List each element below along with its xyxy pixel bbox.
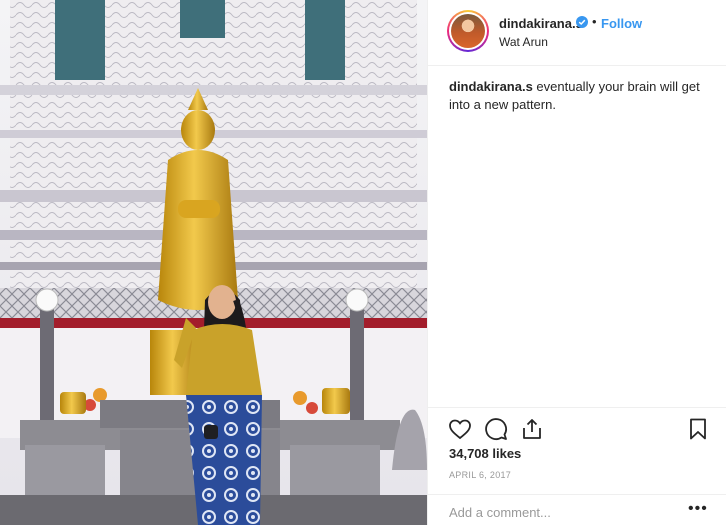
heart-icon: [449, 419, 471, 440]
share-button[interactable]: [520, 417, 544, 441]
share-icon: [523, 419, 541, 439]
caption-username[interactable]: dindakirana.s: [449, 79, 533, 94]
likes-count[interactable]: 34,708 likes: [449, 446, 521, 461]
comment-form: •••: [428, 494, 726, 525]
verified-badge-icon: [576, 16, 588, 28]
more-options-icon[interactable]: •••: [688, 500, 708, 518]
post-caption: dindakirana.s eventually your brain will…: [449, 78, 711, 114]
avatar-image: [451, 14, 485, 48]
comment-button[interactable]: [484, 417, 508, 441]
post-header: dindakirana.s • Follow Wat Arun: [428, 0, 726, 66]
avatar-ring: [449, 12, 487, 50]
post-actions-section: 34,708 likes APRIL 6, 2017 •••: [428, 407, 726, 525]
follow-button[interactable]: Follow: [601, 16, 642, 31]
temple-buddha-photo: [0, 0, 427, 525]
like-button[interactable]: [448, 417, 472, 441]
avatar[interactable]: [447, 10, 489, 52]
post-date: APRIL 6, 2017: [449, 470, 512, 480]
username-link[interactable]: dindakirana.s: [499, 16, 583, 31]
save-button[interactable]: [686, 417, 710, 441]
separator-dot: •: [592, 14, 597, 29]
location-link[interactable]: Wat Arun: [499, 35, 548, 49]
comment-input[interactable]: [449, 503, 679, 521]
bookmark-icon: [690, 418, 706, 440]
post-details-panel: dindakirana.s • Follow Wat Arun dindakir…: [427, 0, 726, 525]
comment-bubble-icon: [485, 418, 507, 440]
post-photo[interactable]: [0, 0, 427, 525]
